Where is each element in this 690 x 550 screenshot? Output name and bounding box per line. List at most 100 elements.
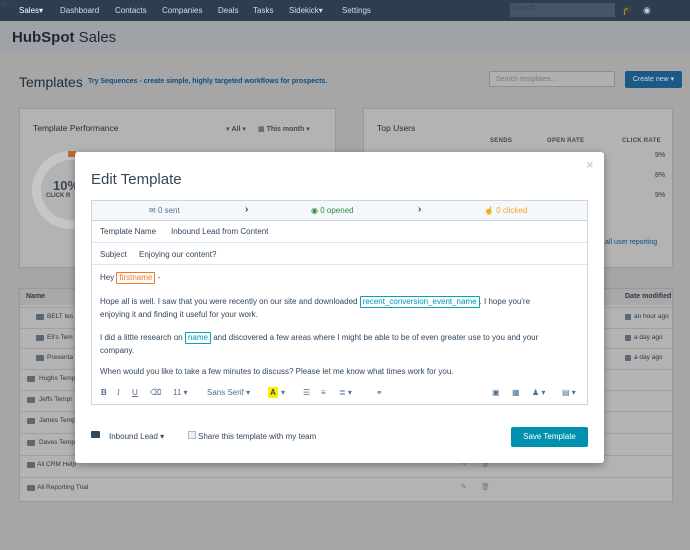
user-reporting-link[interactable]: all user reporting (605, 239, 657, 246)
folder-icon (27, 440, 35, 446)
sent-stat: ✉ 0 sent (149, 206, 180, 215)
sequences-promo-link[interactable]: Try Sequences - create simple, highly ta… (88, 78, 327, 85)
filter-all-dropdown[interactable]: ▾ All ▾ (226, 125, 246, 133)
clicked-stat: ☝ 0 clicked (484, 206, 528, 215)
table-row[interactable] (20, 477, 672, 497)
bulleted-list-icon[interactable]: ☰ (303, 388, 310, 397)
col-name-header[interactable]: Name (26, 293, 45, 300)
save-template-button[interactable]: Save Template (511, 427, 588, 447)
personalize-icon[interactable]: ♟ ▾ (532, 388, 545, 397)
body-greeting[interactable]: Hey firstname - (100, 271, 160, 284)
pointer-icon: ☝ (484, 206, 494, 215)
close-icon[interactable]: × (586, 158, 594, 171)
template-name[interactable]: Eli's Tem (47, 334, 73, 341)
template-name-row (92, 221, 587, 243)
nav-sidekick[interactable]: Sidekick▾ (289, 6, 323, 15)
performance-title: Template Performance (33, 123, 119, 133)
clear-format-icon[interactable]: ⌫ (150, 388, 161, 397)
numbered-list-icon[interactable]: ≡ (321, 388, 326, 397)
hubspot-sales-logo[interactable]: HubSpot Sales (12, 29, 116, 46)
folder-dropdown[interactable]: Inbound Lead ▾ (109, 432, 164, 441)
folder-icon (27, 397, 35, 403)
filter-period-dropdown[interactable]: ▦ This month ▾ (258, 125, 310, 133)
image-icon[interactable]: ▣ (492, 388, 500, 397)
clock-icon (625, 335, 631, 341)
modal-title: Edit Template (91, 171, 182, 188)
col-open-rate: OPEN RATE (547, 138, 585, 144)
click-rate-value: 9% (655, 192, 666, 199)
nav-contacts[interactable]: Contacts (115, 6, 147, 15)
top-users-title: Top Users (377, 123, 416, 133)
edit-icon[interactable]: ✎ (461, 483, 467, 491)
folder-name[interactable]: Daves Temp (39, 439, 75, 446)
folder-icon (27, 485, 35, 491)
folder-icon (91, 431, 100, 438)
create-new-button[interactable]: Create new ▾ (625, 71, 682, 88)
template-date: a day ago (634, 334, 663, 341)
highlight-dropdown-icon[interactable]: ▾ (281, 388, 285, 397)
folder-icon (27, 418, 35, 424)
font-size-dropdown[interactable]: 11 ▾ (173, 388, 188, 397)
academy-cap-icon[interactable]: 🎓 (622, 5, 633, 16)
link-icon[interactable]: ⚭ (376, 388, 383, 397)
clock-icon (625, 314, 631, 320)
donut-label: CLICK R (46, 193, 71, 199)
col-date-header[interactable]: Date modified (625, 293, 671, 300)
template-search-input[interactable]: Search templates... (489, 71, 615, 87)
notification-badge: 15+ (0, 0, 14, 9)
name-token[interactable]: name (184, 332, 211, 344)
template-date: a day ago (634, 354, 663, 361)
nav-sales-menu[interactable]: Sales▾ (19, 6, 43, 15)
nav-companies[interactable]: Companies (162, 6, 202, 15)
template-icon (36, 314, 44, 320)
click-rate-value: 9% (655, 152, 666, 159)
delete-icon[interactable]: 🗑 (481, 483, 490, 491)
global-search-input[interactable]: Search (510, 3, 615, 17)
folder-name[interactable]: All Reporting Trial (37, 484, 88, 491)
align-icon[interactable]: ≣ ▾ (339, 388, 352, 397)
font-family-dropdown[interactable]: Sans Serif ▾ (207, 388, 250, 397)
template-icon (36, 335, 44, 341)
template-date: an hour ago (634, 313, 669, 320)
share-checkbox[interactable] (188, 431, 196, 439)
chevron-right-icon: › (245, 204, 249, 215)
highlight-color-icon[interactable]: A (268, 387, 278, 398)
folder-icon (27, 376, 35, 382)
firstname-token[interactable]: firstname (116, 272, 156, 284)
subject-input[interactable]: Enjoying our content? (139, 250, 216, 259)
body-paragraph-1[interactable]: Hope all is well. I saw that you were re… (100, 295, 580, 321)
nav-tasks[interactable]: Tasks (253, 6, 273, 15)
template-name-input[interactable]: Inbound Lead from Content (171, 227, 268, 236)
conversion-event-token[interactable]: recent_conversion_event_name (359, 296, 480, 308)
col-sends: SENDS (490, 138, 513, 144)
folder-icon (27, 462, 35, 468)
underline-icon[interactable]: U (132, 388, 138, 397)
italic-icon[interactable]: I (117, 388, 120, 397)
eye-icon: ◉ (311, 206, 318, 215)
folder-name[interactable]: Hughs Temp (39, 375, 75, 382)
clock-icon (625, 355, 631, 361)
opened-stat: ◉ 0 opened (311, 206, 354, 215)
template-name[interactable]: BELT tes (47, 313, 73, 320)
insert-document-icon[interactable]: ▤ ▾ (562, 388, 576, 397)
nav-deals[interactable]: Deals (218, 6, 238, 15)
click-rate-value: 8% (655, 172, 666, 179)
nav-settings[interactable]: Settings (342, 6, 371, 15)
folder-name[interactable]: All CRM Help (37, 461, 76, 468)
table-icon[interactable]: ▦ (512, 388, 520, 397)
template-name-label: Template Name (100, 227, 157, 236)
folder-name[interactable]: Jeffs Templ (39, 396, 72, 403)
folder-name[interactable]: James Temp (39, 417, 76, 424)
body-paragraph-3[interactable]: When would you like to take a few minute… (100, 365, 454, 378)
template-name[interactable]: Presenta (47, 354, 73, 361)
envelope-icon: ✉ (149, 206, 156, 215)
share-label[interactable]: Share this template with my team (198, 432, 316, 441)
body-paragraph-2[interactable]: I did a little research on name and disc… (100, 331, 584, 357)
subject-label: Subject (100, 250, 127, 259)
template-icon (36, 355, 44, 361)
bold-icon[interactable]: B (101, 388, 107, 397)
nav-dashboard[interactable]: Dashboard (60, 6, 99, 15)
col-click-rate: CLICK RATE (622, 138, 661, 144)
notifications-icon[interactable]: ◉ (643, 5, 651, 16)
chevron-right-icon: › (418, 204, 422, 215)
